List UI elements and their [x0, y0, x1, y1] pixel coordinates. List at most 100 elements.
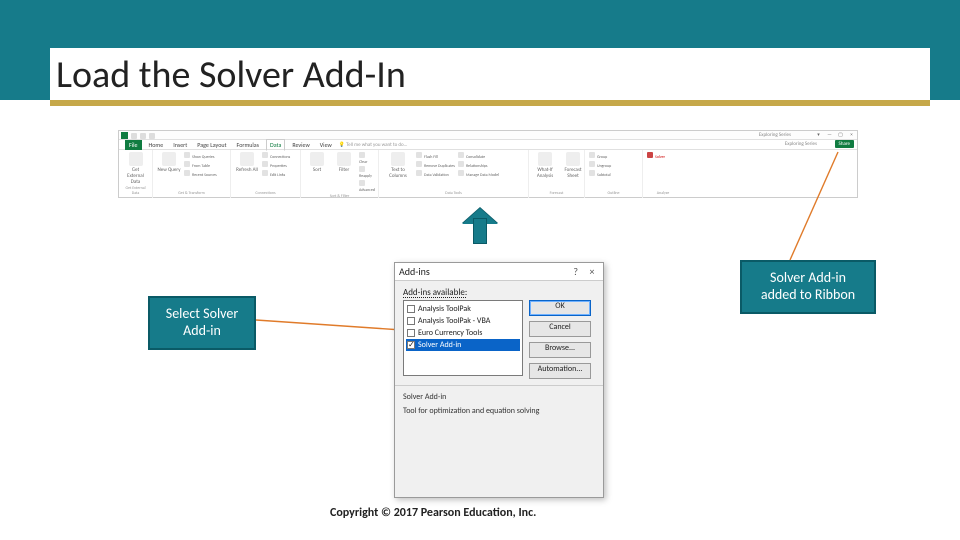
- connections-icon: [262, 152, 268, 158]
- manage-data-model-button[interactable]: Manage Data Model: [458, 170, 499, 178]
- checkbox-checked-icon[interactable]: [407, 341, 415, 349]
- tab-view[interactable]: View: [317, 140, 335, 150]
- manage-data-model-icon: [458, 170, 464, 176]
- show-queries-button[interactable]: Show Queries: [184, 152, 217, 160]
- copyright-text: Copyright © 2017 Pearson Education, Inc.: [330, 506, 536, 520]
- from-table-icon: [184, 161, 190, 167]
- properties-button[interactable]: Properties: [262, 161, 290, 169]
- addins-available-label: Add-ins available:: [403, 287, 595, 298]
- tab-file[interactable]: File: [125, 140, 142, 150]
- reapply-button[interactable]: Reapply: [359, 166, 375, 179]
- filter-icon[interactable]: [337, 152, 351, 166]
- edit-links-button[interactable]: Edit Links: [262, 170, 290, 178]
- tell-me-label: Tell me what you want to do...: [346, 142, 407, 148]
- addins-dialog: Add-ins ? × Add-ins available: Analysis …: [394, 262, 604, 498]
- sort-icon[interactable]: [310, 152, 324, 166]
- list-item[interactable]: Analysis ToolPak: [406, 303, 520, 315]
- checkbox-icon[interactable]: [407, 305, 415, 313]
- group-sort-filter: Sort Filter Clear Reapply Advanced Sort …: [301, 150, 379, 198]
- ungroup-icon: [589, 161, 595, 167]
- from-table-label: From Table: [192, 164, 210, 169]
- callout-right-line2: added to Ribbon: [754, 287, 862, 304]
- consolidate-button[interactable]: Consolidate: [458, 152, 499, 160]
- data-validation-icon: [416, 170, 422, 176]
- edit-links-label: Edit Links: [270, 173, 285, 178]
- solver-button[interactable]: Solver: [647, 152, 679, 160]
- flash-fill-icon: [416, 152, 422, 158]
- tab-page-layout[interactable]: Page Layout: [194, 140, 229, 150]
- callout-solver-added: Solver Add-in added to Ribbon: [740, 260, 876, 314]
- ungroup-label: Ungroup: [597, 164, 611, 169]
- ribbon-options-icon[interactable]: ▾: [815, 132, 822, 138]
- subtotal-button[interactable]: Subtotal: [589, 170, 638, 178]
- addins-listbox[interactable]: Analysis ToolPak Analysis ToolPak - VBA …: [403, 300, 523, 376]
- remove-duplicates-label: Remove Duplicates: [424, 164, 455, 169]
- share-button[interactable]: Share: [835, 140, 854, 148]
- ribbon-right-label: Exploring Series: [785, 141, 817, 147]
- remove-duplicates-button[interactable]: Remove Duplicates: [416, 161, 455, 169]
- relationships-button[interactable]: Relationships: [458, 161, 499, 169]
- redo-icon[interactable]: [149, 133, 155, 139]
- group-name-analyze: Analyze: [647, 191, 679, 196]
- text-to-columns-icon[interactable]: [391, 152, 405, 166]
- tab-home[interactable]: Home: [146, 140, 167, 150]
- dialog-help-button[interactable]: ?: [569, 265, 583, 278]
- maximize-icon[interactable]: ▢: [837, 132, 844, 138]
- list-item[interactable]: Euro Currency Tools: [406, 327, 520, 339]
- filter-label: Filter: [332, 167, 356, 173]
- forecast-sheet-icon[interactable]: [566, 152, 580, 166]
- tell-me-box[interactable]: 💡 Tell me what you want to do...: [339, 142, 408, 148]
- close-icon[interactable]: ×: [848, 132, 855, 138]
- ribbon-tabs: File Home Insert Page Layout Formulas Da…: [119, 140, 857, 150]
- refresh-all-icon[interactable]: [240, 152, 254, 166]
- reapply-label: Reapply: [359, 174, 372, 179]
- tab-insert[interactable]: Insert: [170, 140, 190, 150]
- ungroup-button[interactable]: Ungroup: [589, 161, 638, 169]
- clear-filter-button[interactable]: Clear: [359, 152, 375, 165]
- data-validation-button[interactable]: Data Validation: [416, 170, 455, 178]
- advanced-filter-button[interactable]: Advanced: [359, 180, 375, 193]
- solver-icon: [647, 152, 653, 158]
- ok-button[interactable]: OK: [529, 300, 591, 316]
- list-item-solver[interactable]: Solver Add-in: [406, 339, 520, 351]
- new-query-icon[interactable]: [162, 152, 176, 166]
- group-connections: Refresh All Connections Properties Edit …: [231, 150, 301, 198]
- forecast-sheet-label: Forecast Sheet: [561, 167, 585, 179]
- edit-links-icon: [262, 170, 268, 176]
- callout-select-solver: Select Solver Add-in: [148, 296, 256, 350]
- recent-sources-button[interactable]: Recent Sources: [184, 170, 217, 178]
- group-get-external: Get External Data Get External Data: [119, 150, 153, 198]
- group-button[interactable]: Group: [589, 152, 638, 160]
- flash-fill-button[interactable]: Flash Fill: [416, 152, 455, 160]
- list-item-label: Euro Currency Tools: [418, 328, 482, 338]
- get-external-data-icon[interactable]: [129, 152, 143, 166]
- undo-icon[interactable]: [140, 133, 146, 139]
- checkbox-icon[interactable]: [407, 317, 415, 325]
- minimize-icon[interactable]: —: [826, 132, 833, 138]
- tab-review[interactable]: Review: [289, 140, 312, 150]
- connections-button[interactable]: Connections: [262, 152, 290, 160]
- from-table-button[interactable]: From Table: [184, 161, 217, 169]
- clear-icon: [359, 152, 365, 158]
- list-item[interactable]: Analysis ToolPak - VBA: [406, 315, 520, 327]
- slide-title-container: Load the Solver Add-In: [50, 48, 930, 106]
- list-item-label: Solver Add-in: [418, 340, 461, 350]
- tab-formulas[interactable]: Formulas: [234, 140, 262, 150]
- checkbox-icon[interactable]: [407, 329, 415, 337]
- advanced-label: Advanced: [359, 188, 375, 193]
- what-if-icon[interactable]: [538, 152, 552, 166]
- cancel-button[interactable]: Cancel: [529, 321, 591, 337]
- browse-button[interactable]: Browse...: [529, 342, 591, 358]
- relationships-icon: [458, 161, 464, 167]
- text-to-columns-label: Text to Columns: [383, 167, 413, 179]
- slide-title: Load the Solver Add-In: [56, 52, 930, 98]
- ribbon-body: Get External Data Get External Data New …: [119, 150, 857, 198]
- group-forecast: What-If Analysis Forecast Sheet Forecast: [529, 150, 585, 198]
- tab-data[interactable]: Data: [266, 139, 285, 151]
- group-outline: Group Ungroup Subtotal Outline: [585, 150, 643, 198]
- save-icon[interactable]: [131, 133, 137, 139]
- dialog-close-button[interactable]: ×: [585, 265, 599, 278]
- quick-access-toolbar: [121, 132, 155, 139]
- automation-button[interactable]: Automation...: [529, 363, 591, 379]
- flash-fill-label: Flash Fill: [424, 155, 438, 160]
